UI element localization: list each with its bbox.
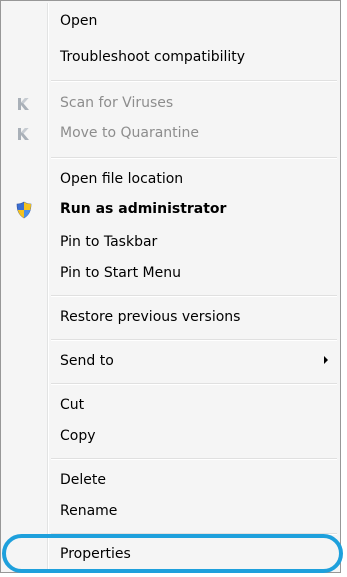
menu-item-label: Copy — [60, 428, 96, 444]
menu-item-open-file-location[interactable]: Open file location — [3, 164, 338, 194]
menu-item-label: Send to — [60, 353, 114, 369]
menu-item-label: Open file location — [60, 171, 184, 187]
menu-item-label: Restore previous versions — [60, 309, 241, 325]
menu-item-label: Troubleshoot compatibility — [60, 49, 246, 65]
kaspersky-k-icon — [18, 98, 29, 110]
menu-separator — [51, 80, 337, 82]
menu-item-label: Open — [60, 13, 98, 29]
menu-item-cut[interactable]: Cut — [3, 390, 338, 420]
kaspersky-k-icon — [18, 128, 29, 140]
menu-separator — [51, 533, 337, 535]
menu-item-pin-to-taskbar[interactable]: Pin to Taskbar — [3, 227, 338, 257]
menu-separator — [51, 458, 337, 460]
menu-item-label: Pin to Start Menu — [60, 265, 181, 281]
menu-item-label: Rename — [60, 503, 118, 519]
menu-item-restore-previous-versions[interactable]: Restore previous versions — [3, 302, 338, 332]
menu-separator — [51, 157, 337, 159]
menu-item-troubleshoot-compatibility[interactable]: Troubleshoot compatibility — [3, 42, 338, 72]
menu-item-label: Pin to Taskbar — [60, 234, 158, 250]
menu-item-label: Properties — [60, 546, 131, 562]
menu-item-copy[interactable]: Copy — [3, 421, 338, 451]
menu-item-label: Scan for Viruses — [60, 95, 174, 111]
menu-item-scan-for-viruses[interactable]: Scan for Viruses — [3, 88, 338, 118]
menu-item-send-to[interactable]: Send to — [3, 346, 338, 376]
menu-separator — [51, 295, 337, 297]
menu-separator — [51, 339, 337, 341]
context-menu: Open Troubleshoot compatibility Scan for… — [0, 0, 341, 573]
menu-item-label: Cut — [60, 397, 85, 413]
menu-item-delete[interactable]: Delete — [3, 465, 338, 495]
menu-item-pin-to-start-menu[interactable]: Pin to Start Menu — [3, 258, 338, 288]
menu-separator — [51, 383, 337, 385]
uac-shield-icon — [16, 201, 32, 219]
menu-item-run-as-administrator[interactable]: Run as administrator — [3, 194, 338, 224]
menu-item-properties[interactable]: Properties — [3, 539, 338, 569]
menu-item-label: Run as administrator — [60, 201, 227, 217]
menu-item-label: Delete — [60, 472, 106, 488]
chevron-right-icon — [324, 356, 328, 364]
menu-item-open[interactable]: Open — [3, 6, 338, 36]
menu-item-label: Move to Quarantine — [60, 125, 200, 141]
menu-item-rename[interactable]: Rename — [3, 496, 338, 526]
menu-item-move-to-quarantine[interactable]: Move to Quarantine — [3, 118, 338, 148]
